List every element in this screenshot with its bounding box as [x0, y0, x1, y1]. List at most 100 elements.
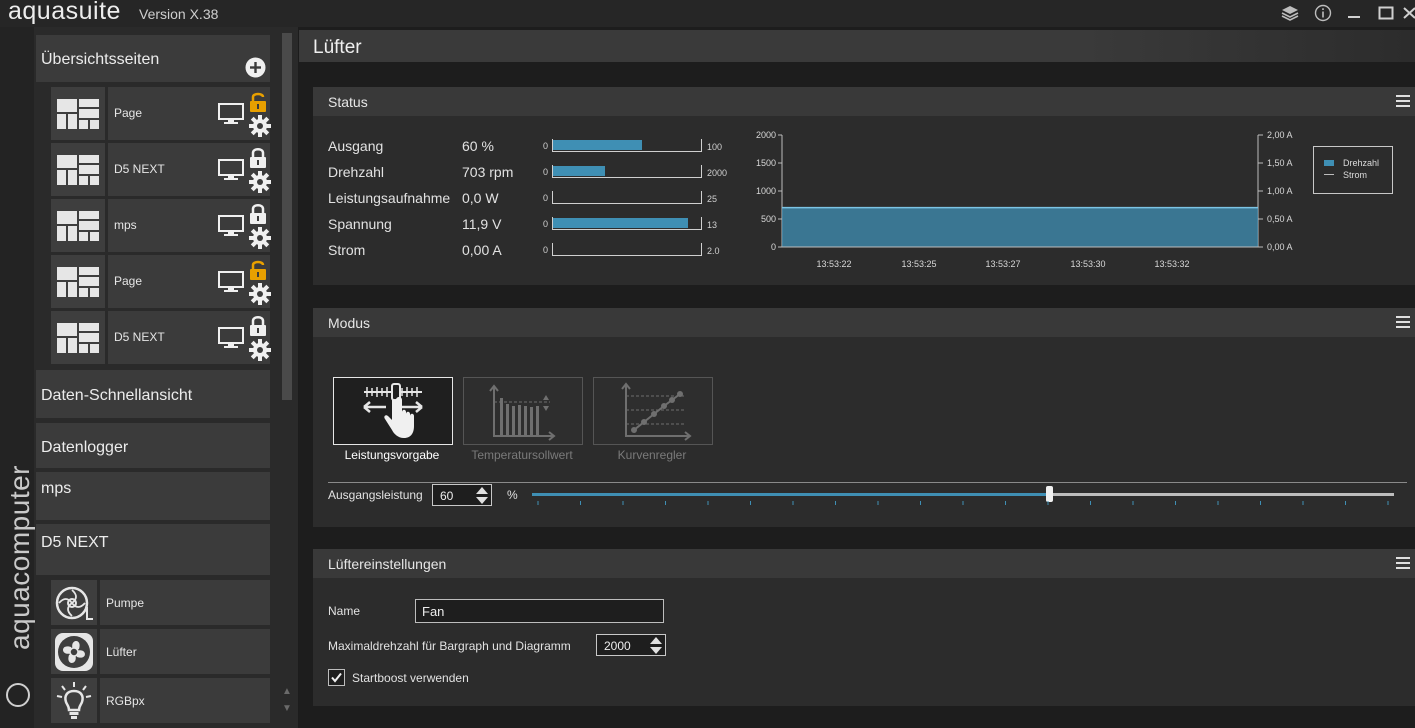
chart-x-tick-label: 13:53:30 [1070, 259, 1105, 269]
chart-tick-label-left: 0 [771, 242, 776, 252]
status-bar [552, 191, 702, 204]
max-rpm-stepper[interactable]: 2000 [596, 634, 666, 656]
status-value: 0,0 W [462, 190, 499, 206]
unlocked-icon[interactable] [249, 259, 267, 286]
startboost-checkbox[interactable] [328, 669, 345, 686]
gear-icon[interactable] [249, 283, 271, 310]
monitor-icon[interactable] [218, 327, 244, 354]
status-bar [552, 217, 702, 230]
output-decrease-icon[interactable] [476, 497, 488, 504]
bar-min-label: 0 [543, 219, 549, 229]
output-stepper[interactable]: 60 [432, 484, 492, 506]
max-rpm-increase-icon[interactable] [650, 637, 662, 644]
gear-icon[interactable] [249, 171, 271, 198]
output-increase-icon[interactable] [476, 487, 488, 494]
quick-view-label: Daten-Schnellansicht [41, 387, 193, 404]
output-slider-thumb[interactable] [1046, 486, 1053, 502]
page-label: Page [114, 106, 143, 120]
scroll-up-icon[interactable]: ▲ [282, 686, 292, 697]
bulb-icon [51, 678, 97, 723]
mode-label-leistungsvorgabe: Leistungsvorgabe [344, 448, 440, 462]
fan-settings-header: Lüftereinstellungen [313, 549, 1415, 578]
monitor-icon[interactable] [218, 271, 244, 298]
startboost-label: Startboost verwenden [352, 671, 469, 685]
sidebar-page-item[interactable]: Page [51, 87, 271, 142]
output-slider-ticks [537, 501, 1389, 505]
sidebar-device-luefter[interactable]: Lüfter [51, 629, 270, 674]
fan-settings-menu-icon[interactable] [1396, 557, 1410, 569]
device-label-box: Lüfter [100, 629, 270, 674]
status-label: Drehzahl [328, 164, 385, 180]
page-label-box: Page [108, 255, 271, 310]
sidebar-scrollbar[interactable] [282, 33, 292, 400]
brand-vertical-text: aquacomputer [4, 464, 35, 650]
page-label-box: D5 NEXT [108, 311, 271, 366]
modus-menu-icon[interactable] [1396, 316, 1410, 328]
status-panel-title: Status [328, 94, 368, 110]
page-label-box: D5 NEXT [108, 143, 271, 198]
modus-divider [328, 482, 1407, 483]
monitor-icon[interactable] [218, 159, 244, 186]
page-layout-icon [51, 87, 105, 140]
modus-panel: Modus Leistungsvorgabe Temperatursollwer… [313, 308, 1415, 527]
mode-label-temperatursollwert: Temperatursollwert [471, 448, 573, 462]
bar-min-label: 0 [543, 167, 549, 177]
gear-icon[interactable] [249, 115, 271, 142]
unlocked-icon[interactable] [249, 91, 267, 118]
sidebar-mps[interactable]: mps [36, 472, 270, 520]
maximize-icon[interactable] [1375, 3, 1397, 23]
mode-leistungsvorgabe-button[interactable] [333, 377, 453, 445]
app-version: Version X.38 [139, 6, 219, 22]
mode-label-kurvenregler: Kurvenregler [617, 448, 687, 462]
sidebar-d5next[interactable]: D5 NEXT [36, 524, 270, 575]
monitor-icon[interactable] [218, 215, 244, 242]
gear-icon[interactable] [249, 227, 271, 254]
legend-label-drehzahl: Drehzahl [1343, 158, 1380, 168]
page-label-box: mps [108, 199, 271, 254]
sidebar-device-pumpe[interactable]: Pumpe [51, 580, 270, 625]
sidebar-quick-view[interactable]: Daten-Schnellansicht [36, 370, 270, 418]
chart-x-tick-label: 13:53:22 [816, 259, 851, 269]
close-icon[interactable] [1403, 3, 1415, 23]
chart-x-tick-label: 13:53:32 [1154, 259, 1189, 269]
chart-area-drehzahl [782, 207, 1258, 247]
fan-name-input[interactable]: Fan [415, 599, 664, 623]
page-label-box: Page [108, 87, 271, 142]
add-page-icon[interactable] [245, 57, 266, 83]
sidebar-overview-header[interactable]: Übersichtsseiten [36, 35, 270, 82]
modus-panel-title: Modus [328, 315, 371, 331]
legend-swatch-strom [1324, 174, 1334, 175]
status-bar [552, 243, 702, 256]
max-rpm-decrease-icon[interactable] [650, 647, 662, 654]
output-slider[interactable] [532, 486, 1394, 502]
sidebar-page-item[interactable]: Page [51, 255, 271, 310]
sidebar-datalogger[interactable]: Datenlogger [36, 423, 270, 468]
mode-kurvenregler-button[interactable] [593, 377, 713, 445]
output-label: Ausgangsleistung [328, 488, 423, 502]
lock-icon[interactable] [249, 203, 267, 230]
sidebar-page-item[interactable]: D5 NEXT [51, 143, 271, 198]
page-label: D5 NEXT [114, 330, 165, 344]
lock-icon[interactable] [249, 315, 267, 342]
scroll-down-icon[interactable]: ▼ [282, 703, 292, 714]
lock-icon[interactable] [249, 147, 267, 174]
layers-icon[interactable] [1279, 3, 1301, 23]
chart-tick-label-right: 1,50 A [1267, 158, 1293, 168]
name-label: Name [328, 604, 361, 618]
status-label: Strom [328, 242, 366, 258]
minimize-icon[interactable] [1343, 3, 1365, 23]
sidebar-page-item[interactable]: mps [51, 199, 271, 254]
status-menu-icon[interactable] [1396, 95, 1410, 107]
output-unit: % [507, 488, 518, 502]
bar-min-label: 0 [543, 193, 549, 203]
sidebar-device-rgbpx[interactable]: RGBpx [51, 678, 270, 723]
gear-icon[interactable] [249, 339, 271, 366]
sidebar-page-item[interactable]: D5 NEXT [51, 311, 271, 366]
page-layout-icon [51, 311, 105, 364]
monitor-icon[interactable] [218, 103, 244, 130]
page-layout-icon [51, 143, 105, 196]
output-value: 60 [440, 489, 454, 503]
mode-temperatursollwert-button[interactable] [463, 377, 583, 445]
info-icon[interactable] [1312, 3, 1334, 23]
status-label: Ausgang [328, 138, 384, 154]
